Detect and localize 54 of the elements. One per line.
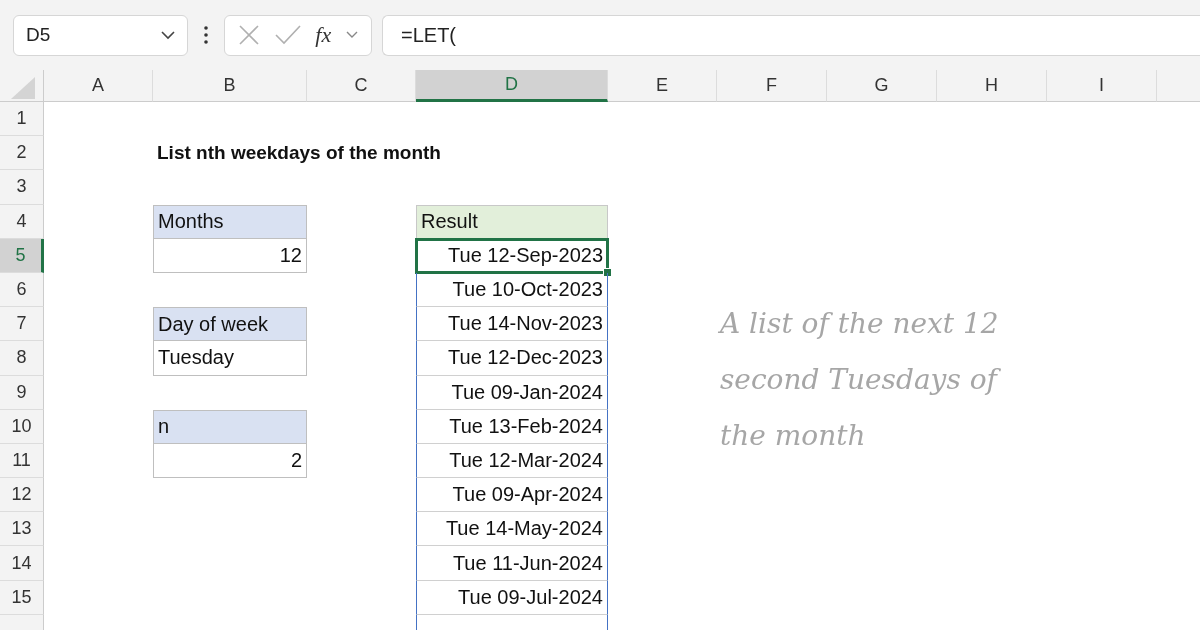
label-cell: Day of week <box>153 307 307 342</box>
formula-field[interactable]: =LET( <box>382 14 1200 56</box>
label-cell: Months <box>153 204 307 239</box>
row-header[interactable]: 8 <box>0 341 44 376</box>
column-header[interactable]: B <box>153 70 307 102</box>
insert-function-button[interactable]: fx <box>315 22 332 48</box>
fill-handle[interactable] <box>603 267 612 277</box>
column-header[interactable]: E <box>608 70 717 102</box>
row-header[interactable]: 5 <box>0 238 44 273</box>
row-header[interactable]: 11 <box>0 443 44 479</box>
row-header[interactable]: 6 <box>0 272 44 308</box>
label-cell: n <box>153 409 307 444</box>
result-cell: Tue 09-Jul-2024 <box>416 580 608 615</box>
result-cell: Tue 09-Jan-2024 <box>416 375 608 410</box>
result-cell: Tue 11-Jun-2024 <box>416 546 608 581</box>
row-header[interactable]: 15 <box>0 580 44 615</box>
result-cell: Tue 14-Nov-2023 <box>416 307 608 342</box>
input-cell: Tuesday <box>153 341 307 376</box>
row-header[interactable]: 7 <box>0 307 44 342</box>
column-header[interactable]: H <box>937 70 1047 102</box>
row-header[interactable]: 4 <box>0 204 44 239</box>
result-cell: Tue 14-May-2024 <box>416 512 608 547</box>
input-cell: 12 <box>153 238 307 273</box>
chevron-icon[interactable] <box>345 31 358 39</box>
row-header[interactable]: 3 <box>0 170 44 205</box>
result-cell: Tue 09-Apr-2024 <box>416 478 608 513</box>
sheet-title: List nth weekdays of the month <box>156 141 442 166</box>
header-cell: Result <box>416 204 608 239</box>
column-header[interactable]: A <box>44 70 153 102</box>
row-header[interactable]: 9 <box>0 375 44 410</box>
row-header[interactable]: 14 <box>0 546 44 581</box>
row-header[interactable]: 10 <box>0 409 44 444</box>
annotation-text: A list of the next 12 second Tuesdays of the month <box>720 306 999 454</box>
column-header[interactable]: D <box>416 70 608 102</box>
result-cell: Tue 10-Oct-2023 <box>416 272 608 308</box>
select-all-corner[interactable] <box>0 70 44 102</box>
column-header[interactable]: I <box>1047 70 1157 102</box>
check-icon[interactable] <box>274 25 301 45</box>
more-icon[interactable] <box>204 26 208 44</box>
cancel-icon[interactable] <box>238 24 261 46</box>
result-cell: Tue 13-Feb-2024 <box>416 409 608 444</box>
column-header[interactable]: C <box>307 70 416 102</box>
input-cell: 2 <box>153 443 307 479</box>
chevron-icon <box>161 30 175 40</box>
result-cell: Tue 12-Mar-2024 <box>416 443 608 479</box>
column-header[interactable]: G <box>827 70 937 102</box>
column-header[interactable]: F <box>717 70 827 102</box>
row-header[interactable]: 2 <box>0 136 44 171</box>
column-header[interactable] <box>1157 70 1200 102</box>
row-header[interactable]: 12 <box>0 478 44 513</box>
row-header[interactable]: 1 <box>0 102 44 137</box>
row-header[interactable]: 13 <box>0 512 44 547</box>
name-box[interactable]: D5 <box>13 14 188 56</box>
result-cell: Tue 12-Dec-2023 <box>416 341 608 376</box>
